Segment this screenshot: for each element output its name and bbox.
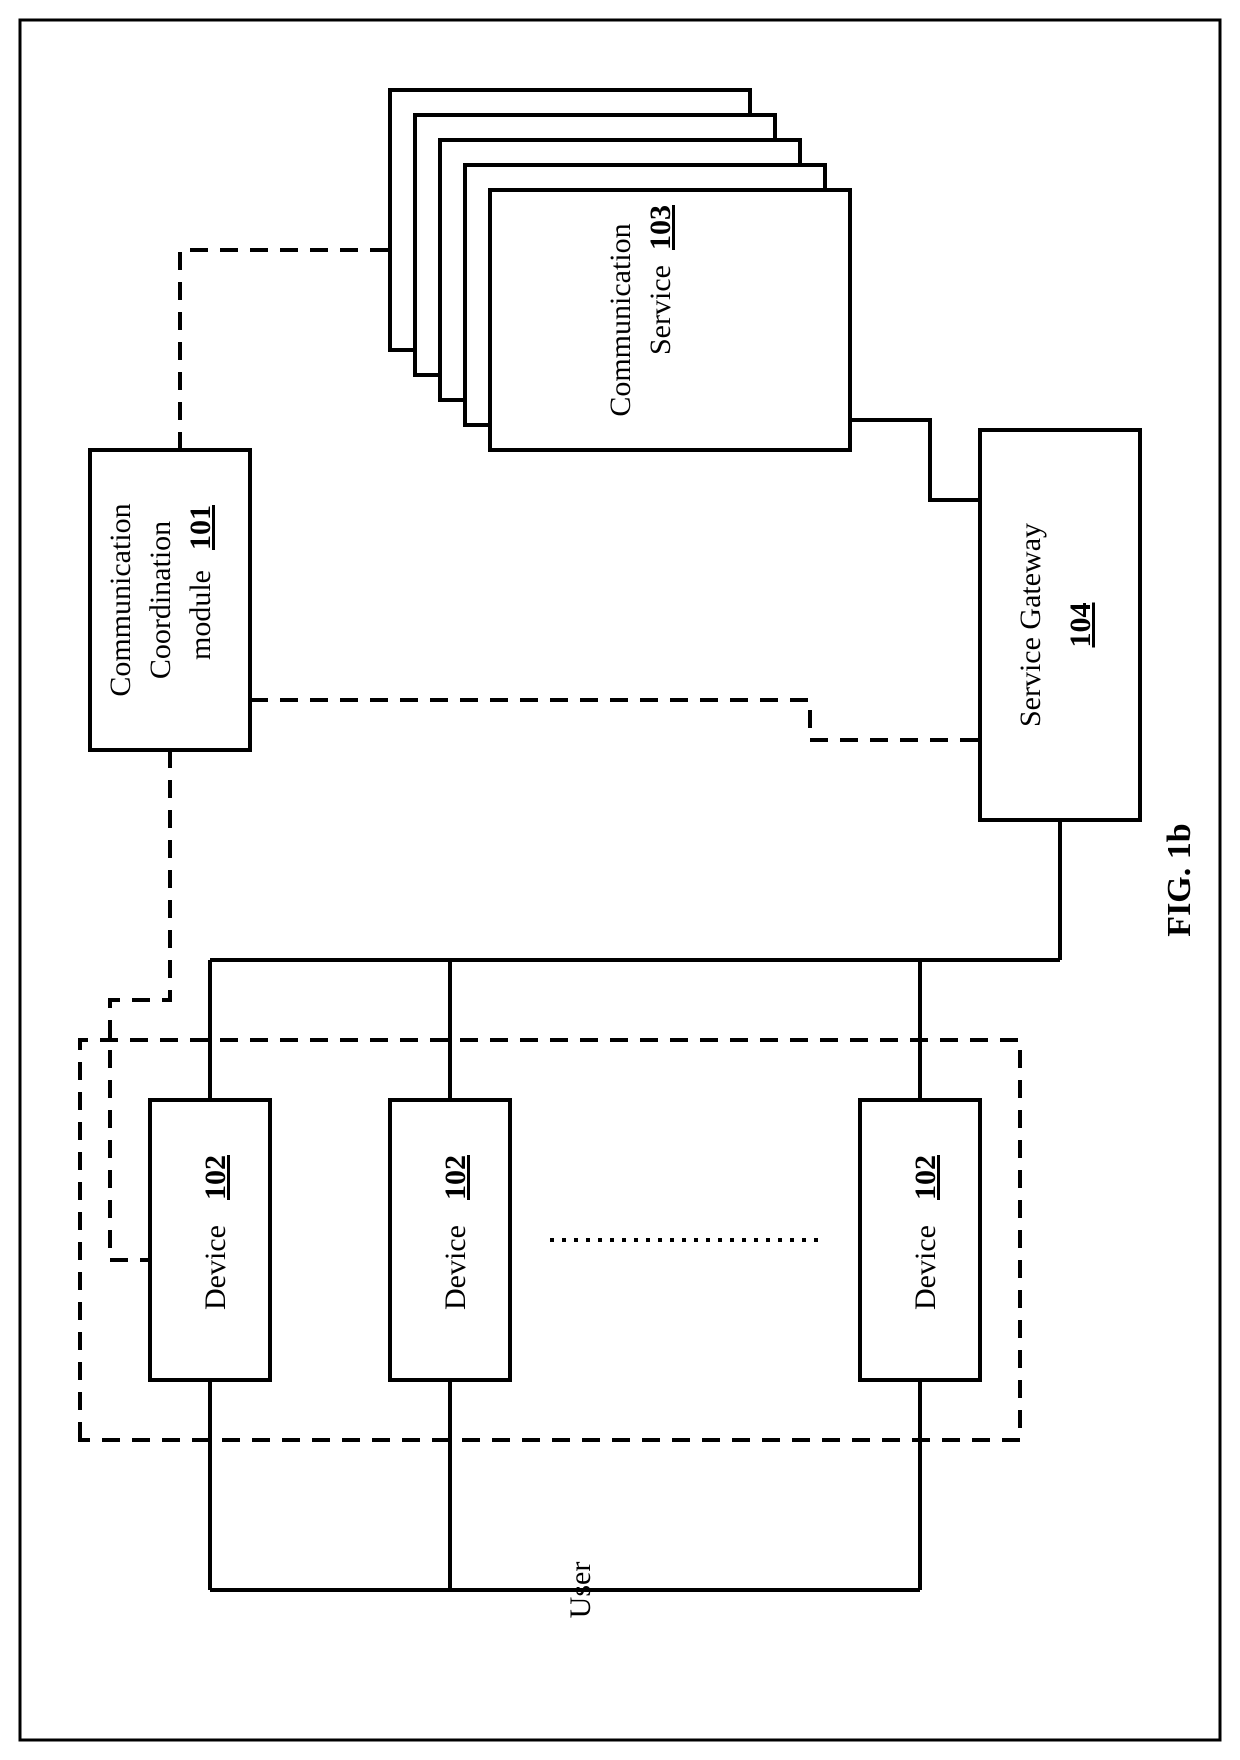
gateway-label: Service Gateway bbox=[1014, 523, 1047, 727]
gateway-box: Service Gateway 104 bbox=[980, 430, 1140, 820]
figure-label: FIG. 1b bbox=[1161, 823, 1198, 936]
link-service-to-gateway bbox=[850, 420, 980, 500]
coord-module-line2: Coordination bbox=[144, 521, 177, 679]
device-2-ref: 102 bbox=[439, 1155, 472, 1200]
comm-service-ref: 103 bbox=[644, 205, 677, 250]
coord-module-line3: module bbox=[184, 570, 217, 660]
comm-service-line2: Service bbox=[644, 265, 677, 355]
device-2-label: Device bbox=[439, 1225, 472, 1310]
coord-module-box: Communication Coordination module 101 bbox=[90, 450, 250, 750]
device-n-label: Device bbox=[909, 1225, 942, 1310]
device-box-2: Device 102 bbox=[390, 1100, 510, 1380]
coord-module-ref: 101 bbox=[184, 505, 217, 550]
dashed-coord-to-service bbox=[180, 250, 390, 450]
coord-module-line1: Communication bbox=[104, 503, 137, 696]
comm-service-stack: Communication Service 103 bbox=[390, 90, 850, 450]
device-n-ref: 102 bbox=[909, 1155, 942, 1200]
device-1-ref: 102 bbox=[199, 1155, 232, 1200]
device-box-1: Device 102 bbox=[150, 1100, 270, 1380]
device-box-n: Device 102 bbox=[860, 1100, 980, 1380]
device-1-label: Device bbox=[199, 1225, 232, 1310]
gateway-ref: 104 bbox=[1064, 603, 1097, 648]
dashed-coord-to-gateway bbox=[250, 700, 980, 740]
diagram-canvas: User Device 102 Device 102 bbox=[0, 0, 1240, 1760]
comm-service-line1: Communication bbox=[604, 223, 637, 416]
